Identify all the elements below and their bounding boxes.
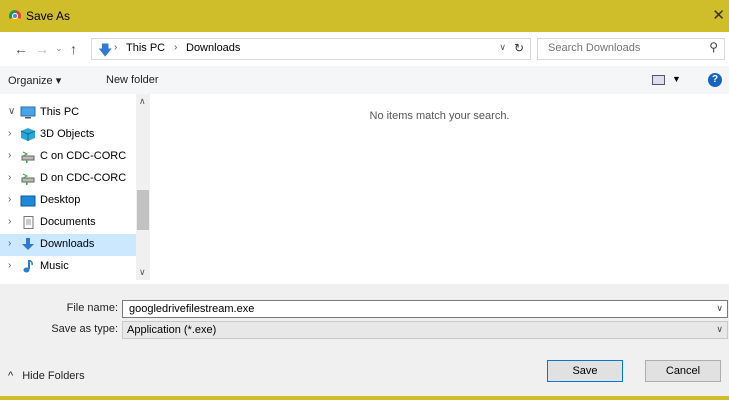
expand-icon[interactable]: › (8, 216, 11, 227)
navigation-scrollbar[interactable]: ∧ ∨ (136, 94, 150, 280)
help-icon[interactable]: ? (708, 73, 722, 87)
search-icon[interactable]: ⚲ (709, 40, 718, 54)
recent-locations-icon[interactable]: ⌄ (55, 43, 63, 54)
file-name-input[interactable] (127, 302, 691, 316)
chevron-down-icon[interactable]: ∨ (716, 303, 723, 314)
scrollbar-thumb[interactable] (137, 190, 149, 230)
window-border (0, 396, 729, 400)
breadcrumb-separator: › (114, 42, 118, 53)
expand-icon[interactable]: › (8, 260, 11, 271)
tree-label: C on CDC-CORC (40, 150, 127, 162)
window-title: Save As (26, 9, 71, 23)
monitor-icon (20, 106, 36, 119)
hide-folders-button[interactable]: ^ Hide Folders (8, 370, 85, 382)
command-bar: Organize ▾ New folder ▼ ? (0, 66, 729, 94)
expand-icon[interactable]: › (8, 150, 11, 161)
expand-icon[interactable]: › (8, 238, 11, 249)
tree-label: Music (40, 260, 69, 272)
address-bar[interactable]: 🡇 › This PC › Downloads ∨ ↻ (91, 38, 531, 60)
new-folder-button[interactable]: New folder (106, 74, 159, 86)
cancel-button[interactable]: Cancel (645, 360, 721, 382)
desktop-icon (20, 195, 36, 207)
save-type-label: Save as type: (51, 323, 118, 335)
tree-label: This PC (40, 106, 80, 118)
empty-message: No items match your search. (369, 110, 510, 122)
navigation-pane: ∨ This PC › 3D Objects › C on CDC-CORC ›… (0, 94, 136, 280)
cube-icon (20, 128, 36, 141)
tree-item-d-drive[interactable]: › D on CDC-CORC (0, 168, 136, 190)
tree-item-downloads[interactable]: › Downloads (0, 234, 136, 256)
save-button[interactable]: Save (547, 360, 623, 382)
file-name-field[interactable]: ∨ (122, 300, 728, 318)
hide-folders-label: Hide Folders (22, 370, 85, 382)
close-icon[interactable]: ✕ (712, 6, 725, 24)
download-arrow-icon: 🡇 (98, 42, 113, 58)
tree-label: 3D Objects (40, 128, 95, 140)
tree-label: Documents (40, 216, 96, 228)
address-dropdown-icon[interactable]: ∨ (499, 42, 506, 53)
save-form: File name: ∨ Save as type: Application (… (0, 284, 729, 400)
organize-button[interactable]: Organize ▾ (8, 74, 61, 87)
breadcrumb-downloads[interactable]: Downloads (186, 42, 240, 54)
tree-item-music[interactable]: › Music (0, 256, 136, 278)
back-arrow-icon[interactable]: ← (14, 41, 28, 57)
collapse-icon[interactable]: ∨ (8, 106, 15, 117)
refresh-icon[interactable]: ↻ (514, 41, 524, 55)
tree-item-this-pc[interactable]: ∨ This PC (0, 102, 136, 124)
expand-icon[interactable]: › (8, 128, 11, 139)
title-bar: Save As ✕ (0, 0, 729, 32)
chevron-up-icon: ^ (8, 370, 14, 382)
file-name-label: File name: (66, 302, 118, 314)
chevron-down-icon[interactable]: ∨ (716, 324, 723, 335)
tree-item-c-drive[interactable]: › C on CDC-CORC (0, 146, 136, 168)
tree-label: Desktop (40, 194, 81, 206)
search-box[interactable]: ⚲ (537, 38, 725, 60)
tree-label: D on CDC-CORC (40, 172, 127, 184)
download-arrow-icon (22, 238, 34, 250)
chrome-icon (9, 10, 21, 22)
network-drive-icon (21, 151, 35, 163)
tree-label: Downloads (40, 238, 95, 250)
music-note-icon (23, 260, 33, 273)
scroll-down-icon[interactable]: ∨ (139, 267, 146, 278)
scroll-up-icon[interactable]: ∧ (139, 96, 146, 107)
expand-icon[interactable]: › (8, 172, 11, 183)
view-dropdown-icon[interactable]: ▼ (672, 74, 681, 84)
breadcrumb-this-pc[interactable]: This PC (126, 42, 165, 54)
navigation-bar: ← → ⌄ ↑ 🡇 › This PC › Downloads ∨ ↻ ⚲ (0, 32, 729, 66)
save-type-value: Application (*.exe) (127, 324, 217, 336)
breadcrumb-separator: › (174, 42, 178, 53)
network-drive-icon (21, 173, 35, 185)
view-options-icon[interactable] (652, 75, 665, 85)
forward-arrow-icon[interactable]: → (35, 41, 49, 57)
search-input[interactable] (546, 41, 700, 55)
tree-item-desktop[interactable]: › Desktop (0, 190, 136, 212)
up-arrow-icon[interactable]: ↑ (70, 41, 77, 57)
tree-item-3d-objects[interactable]: › 3D Objects (0, 124, 136, 146)
document-icon (23, 216, 34, 229)
save-type-select[interactable]: Application (*.exe) ∨ (122, 321, 728, 339)
expand-icon[interactable]: › (8, 194, 11, 205)
file-list-pane[interactable]: No items match your search. (150, 94, 729, 280)
tree-item-documents[interactable]: › Documents (0, 212, 136, 234)
